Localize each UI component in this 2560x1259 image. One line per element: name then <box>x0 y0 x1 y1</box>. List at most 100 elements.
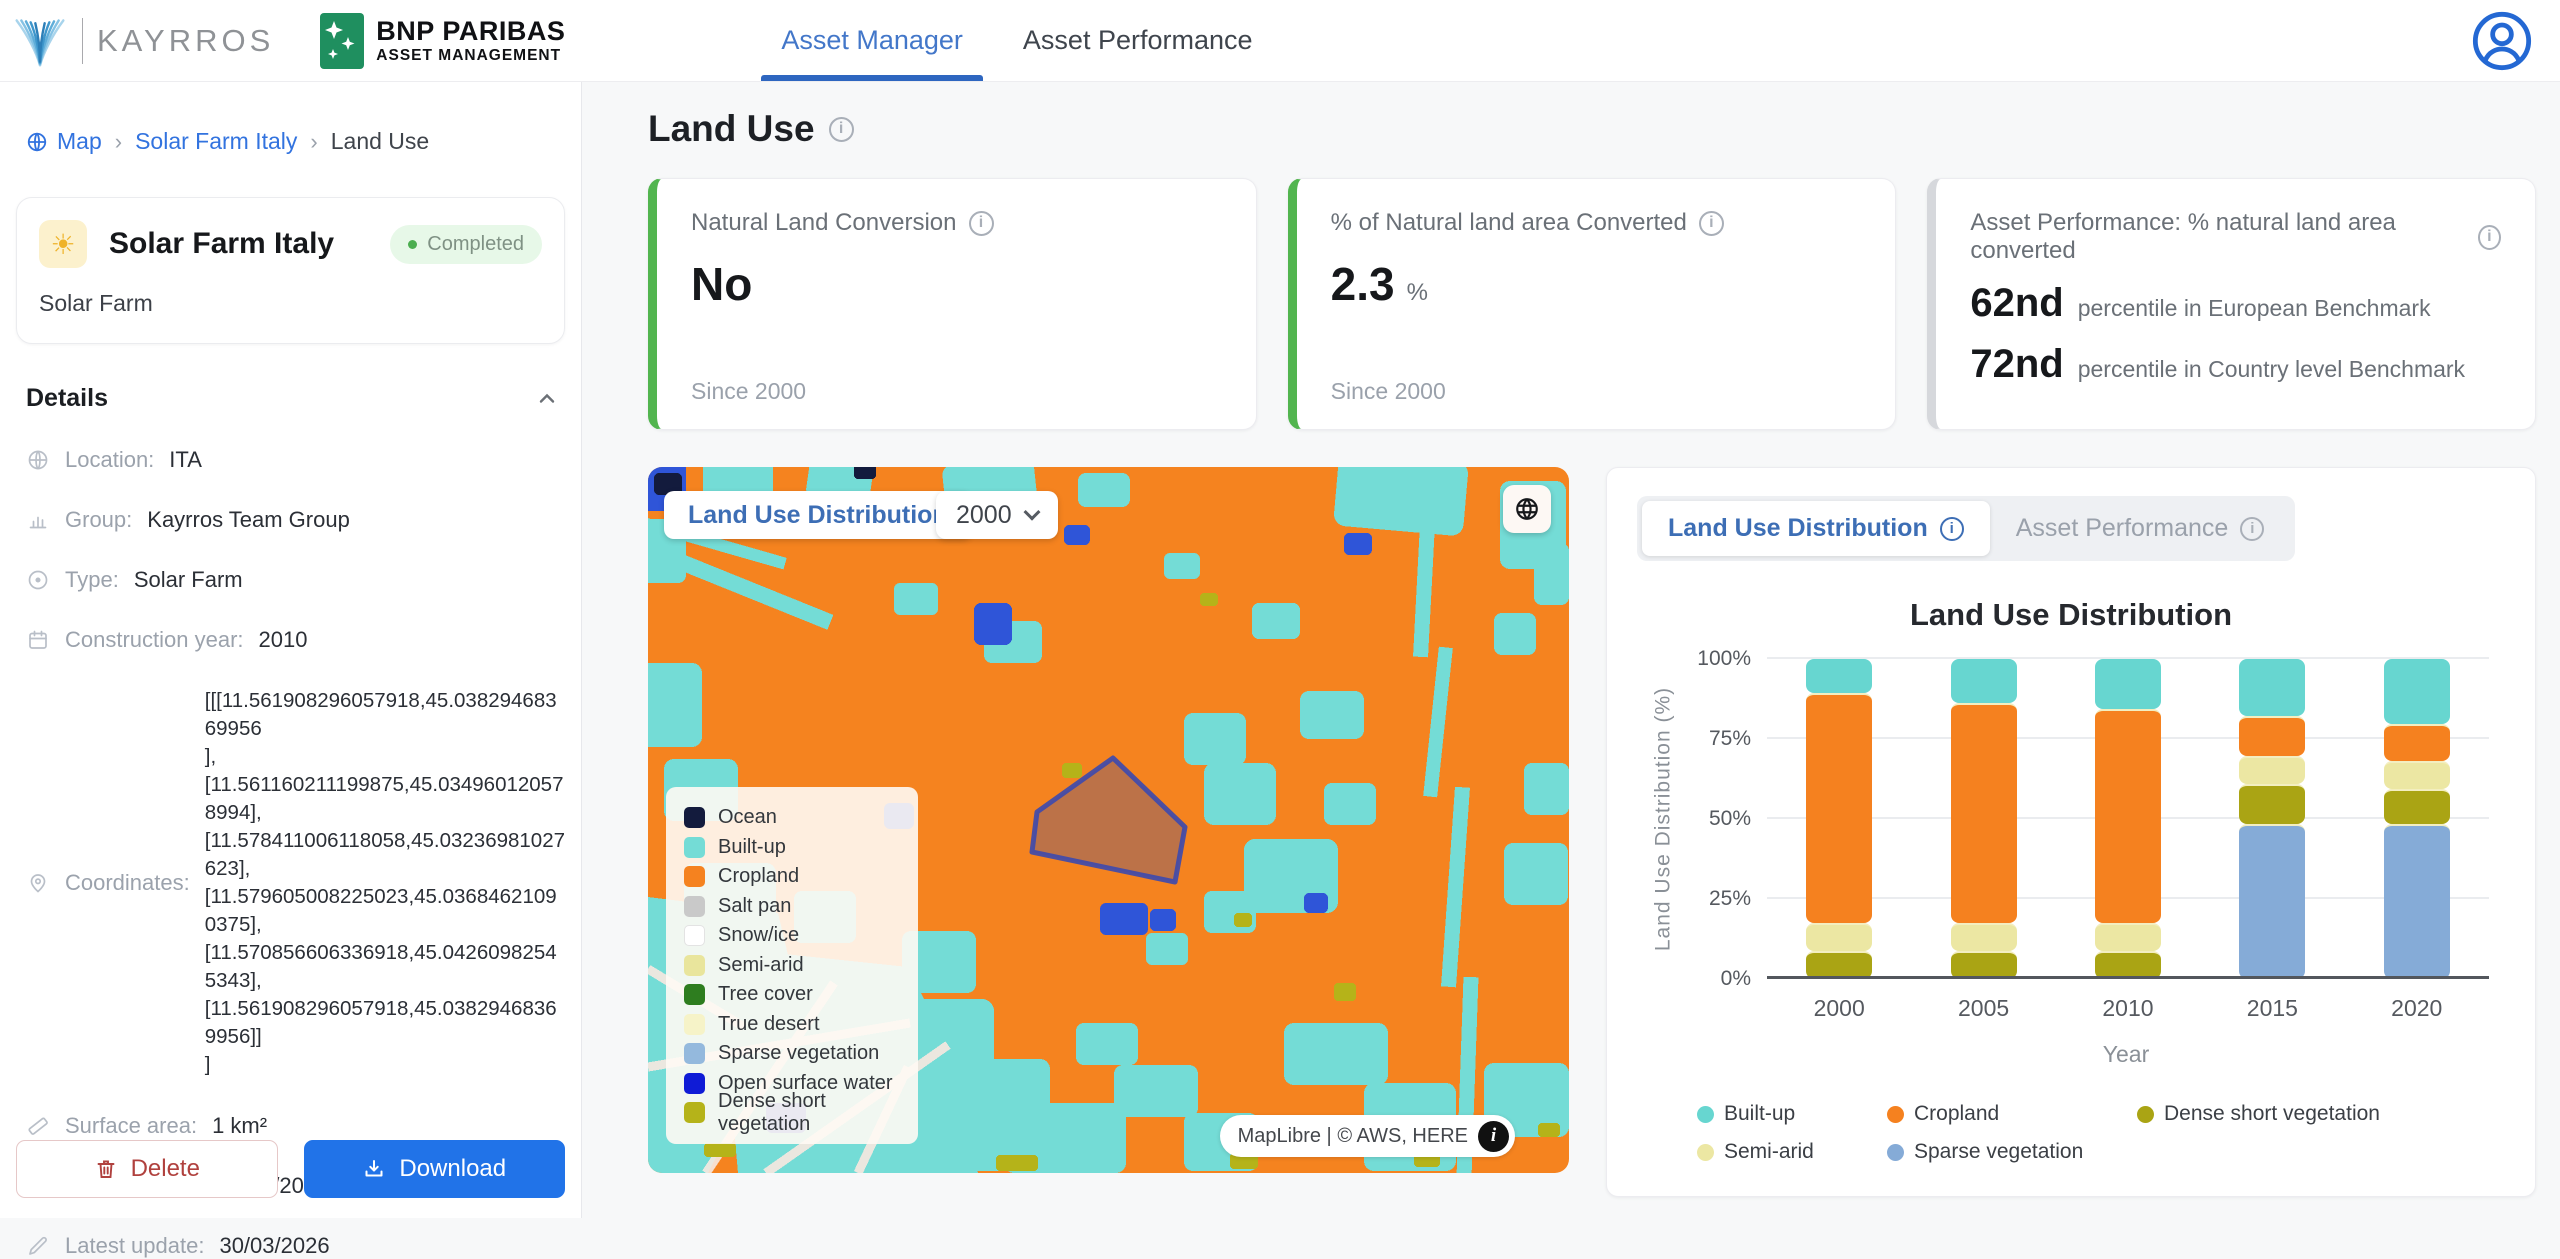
detail-row-group: Group:Kayrros Team Group <box>16 507 565 533</box>
info-icon[interactable]: i <box>1699 211 1724 236</box>
asset-summary-card: ☀ Solar Farm Italy Completed Solar Farm <box>16 197 565 344</box>
chart-legend-item: Dense short vegetation <box>2137 1102 2505 1126</box>
kayrros-logo: KAYRROS <box>12 12 274 70</box>
y-tick-label: 50% <box>1709 807 1751 831</box>
bar-segment-semi-arid <box>2239 756 2305 784</box>
x-tick-label: 2000 <box>1814 995 1865 1022</box>
legend-label: Dense short vegetation <box>2164 1102 2380 1126</box>
tab-asset-performance-chart[interactable]: Asset Performancei <box>1990 501 2291 556</box>
tab-asset-manager[interactable]: Asset Manager <box>777 0 967 81</box>
legend-swatch <box>684 807 705 828</box>
bar-segment-semi-arid <box>2095 923 2161 951</box>
delete-button[interactable]: Delete <box>16 1140 278 1198</box>
pencil-icon <box>26 1234 50 1258</box>
legend-swatch <box>684 1043 705 1064</box>
bar-segment-semi-arid <box>1951 923 2017 951</box>
page-title-info-icon[interactable]: i <box>829 117 854 142</box>
y-tick-label: 100% <box>1697 647 1751 671</box>
download-icon <box>362 1157 386 1181</box>
x-tick-label: 2015 <box>2247 995 2298 1022</box>
page-title: Land Use <box>648 108 815 150</box>
tab-asset-performance[interactable]: Asset Performance <box>1019 0 1257 81</box>
breadcrumb-separator: › <box>115 129 122 155</box>
asset-sidebar: Map › Solar Farm Italy › Land Use ☀ Sola… <box>0 82 582 1218</box>
metric-value: No <box>691 257 1222 311</box>
bnp-paribas-badge-icon <box>320 13 364 69</box>
legend-label: Sparse vegetation <box>718 1042 879 1065</box>
map-year-dropdown[interactable]: 2000 <box>936 491 1058 539</box>
breadcrumb-asset-link[interactable]: Solar Farm Italy <box>135 128 297 155</box>
bar-segment-semi-arid <box>2384 761 2450 789</box>
collapse-chevron-icon[interactable] <box>535 387 559 411</box>
metric-footer: Since 2000 <box>691 378 806 405</box>
map-legend-item: Ocean <box>684 803 900 833</box>
map-legend-item: Tree cover <box>684 980 900 1010</box>
legend-dot <box>2137 1106 2154 1123</box>
breadcrumb-map-link[interactable]: Map <box>26 128 102 155</box>
legend-label: Built-up <box>1724 1102 1795 1126</box>
map-legend-item: Snow/ice <box>684 921 900 951</box>
detail-row-latest-update: Latest update:30/03/2026 <box>16 1233 565 1259</box>
bar-segment-dense-short-vegetation <box>2384 789 2450 823</box>
bar-2000: 2000 <box>1806 659 1872 979</box>
x-tick-label: 2010 <box>2102 995 2153 1022</box>
legend-dot <box>1887 1144 1904 1161</box>
bar-segment-dense-short-vegetation <box>1806 951 1872 979</box>
metric-value: 2.3% <box>1331 257 1862 311</box>
bar-2005: 2005 <box>1951 659 2017 979</box>
tab-land-use-distribution[interactable]: Land Use Distributioni <box>1642 501 1990 556</box>
y-axis-label: Land Use Distribution (%) <box>1637 659 1679 979</box>
percentile-row: 72ndpercentile in Country level Benchmar… <box>1970 342 2501 387</box>
status-badge: Completed <box>390 225 542 264</box>
bar-chart-icon <box>26 508 50 532</box>
bar-segment-sparse-vegetation <box>2384 824 2450 979</box>
map-layer-button[interactable]: Land Use Distribution <box>664 491 972 539</box>
details-title: Details <box>26 384 108 413</box>
kayrros-wordmark: KAYRROS <box>97 23 274 59</box>
gridline <box>1767 976 2489 979</box>
attribution-info-icon[interactable]: i <box>1478 1121 1509 1152</box>
map-legend-item: True desert <box>684 1010 900 1040</box>
info-icon[interactable]: i <box>1940 517 1964 541</box>
chart-legend-item: Semi-arid <box>1697 1140 1887 1164</box>
chevron-down-icon <box>1023 504 1040 521</box>
breadcrumb: Map › Solar Farm Italy › Land Use <box>26 128 565 155</box>
legend-swatch <box>684 925 705 946</box>
bar-segment-built-up <box>1951 659 2017 703</box>
legend-label: Cropland <box>718 865 799 888</box>
y-tick-label: 25% <box>1709 887 1751 911</box>
info-icon[interactable]: i <box>969 211 994 236</box>
breadcrumb-separator: › <box>310 129 317 155</box>
asset-management-wordmark: ASSET MANAGEMENT <box>376 47 565 65</box>
legend-label: Cropland <box>1914 1102 1999 1126</box>
globe-icon <box>26 131 48 153</box>
card-asset-performance: Asset Performance: % natural land area c… <box>1927 178 2536 430</box>
info-icon[interactable]: i <box>2240 517 2264 541</box>
chart-legend-item: Cropland <box>1887 1102 2137 1126</box>
x-tick-label: 2020 <box>2391 995 2442 1022</box>
download-button[interactable]: Download <box>304 1140 566 1198</box>
map-basemap-button[interactable] <box>1503 485 1551 533</box>
land-use-map[interactable]: Land Use Distribution 2000 Ocean Built-up… <box>648 467 1569 1173</box>
logo-divider <box>82 18 83 64</box>
detail-row-construction-year: Construction year:2010 <box>16 627 565 653</box>
bar-segment-dense-short-vegetation <box>2239 784 2305 824</box>
metric-footer: Since 2000 <box>1331 378 1446 405</box>
legend-swatch <box>684 1073 705 1094</box>
coordinates-value: [[[11.561908296057918,45.03829468369956 … <box>205 687 565 1079</box>
info-icon[interactable]: i <box>2478 225 2501 250</box>
chart-panel: Land Use Distributioni Asset Performance… <box>1606 467 2536 1197</box>
x-axis-label: Year <box>1637 1041 2505 1068</box>
detail-row-type: Type:Solar Farm <box>16 567 565 593</box>
globe-icon <box>26 448 50 472</box>
user-avatar-icon[interactable] <box>2470 9 2534 73</box>
legend-dot <box>1697 1106 1714 1123</box>
legend-label: Built-up <box>718 836 786 859</box>
bar-segment-cropland <box>1951 703 2017 923</box>
bar-segment-built-up <box>1806 659 1872 693</box>
detail-row-coordinates: Coordinates: [[[11.561908296057918,45.03… <box>16 687 565 1079</box>
bar-2020: 2020 <box>2384 659 2450 979</box>
kayrros-wing-icon <box>12 12 68 70</box>
legend-dot <box>1887 1106 1904 1123</box>
chart-legend-item: Sparse vegetation <box>1887 1140 2137 1164</box>
